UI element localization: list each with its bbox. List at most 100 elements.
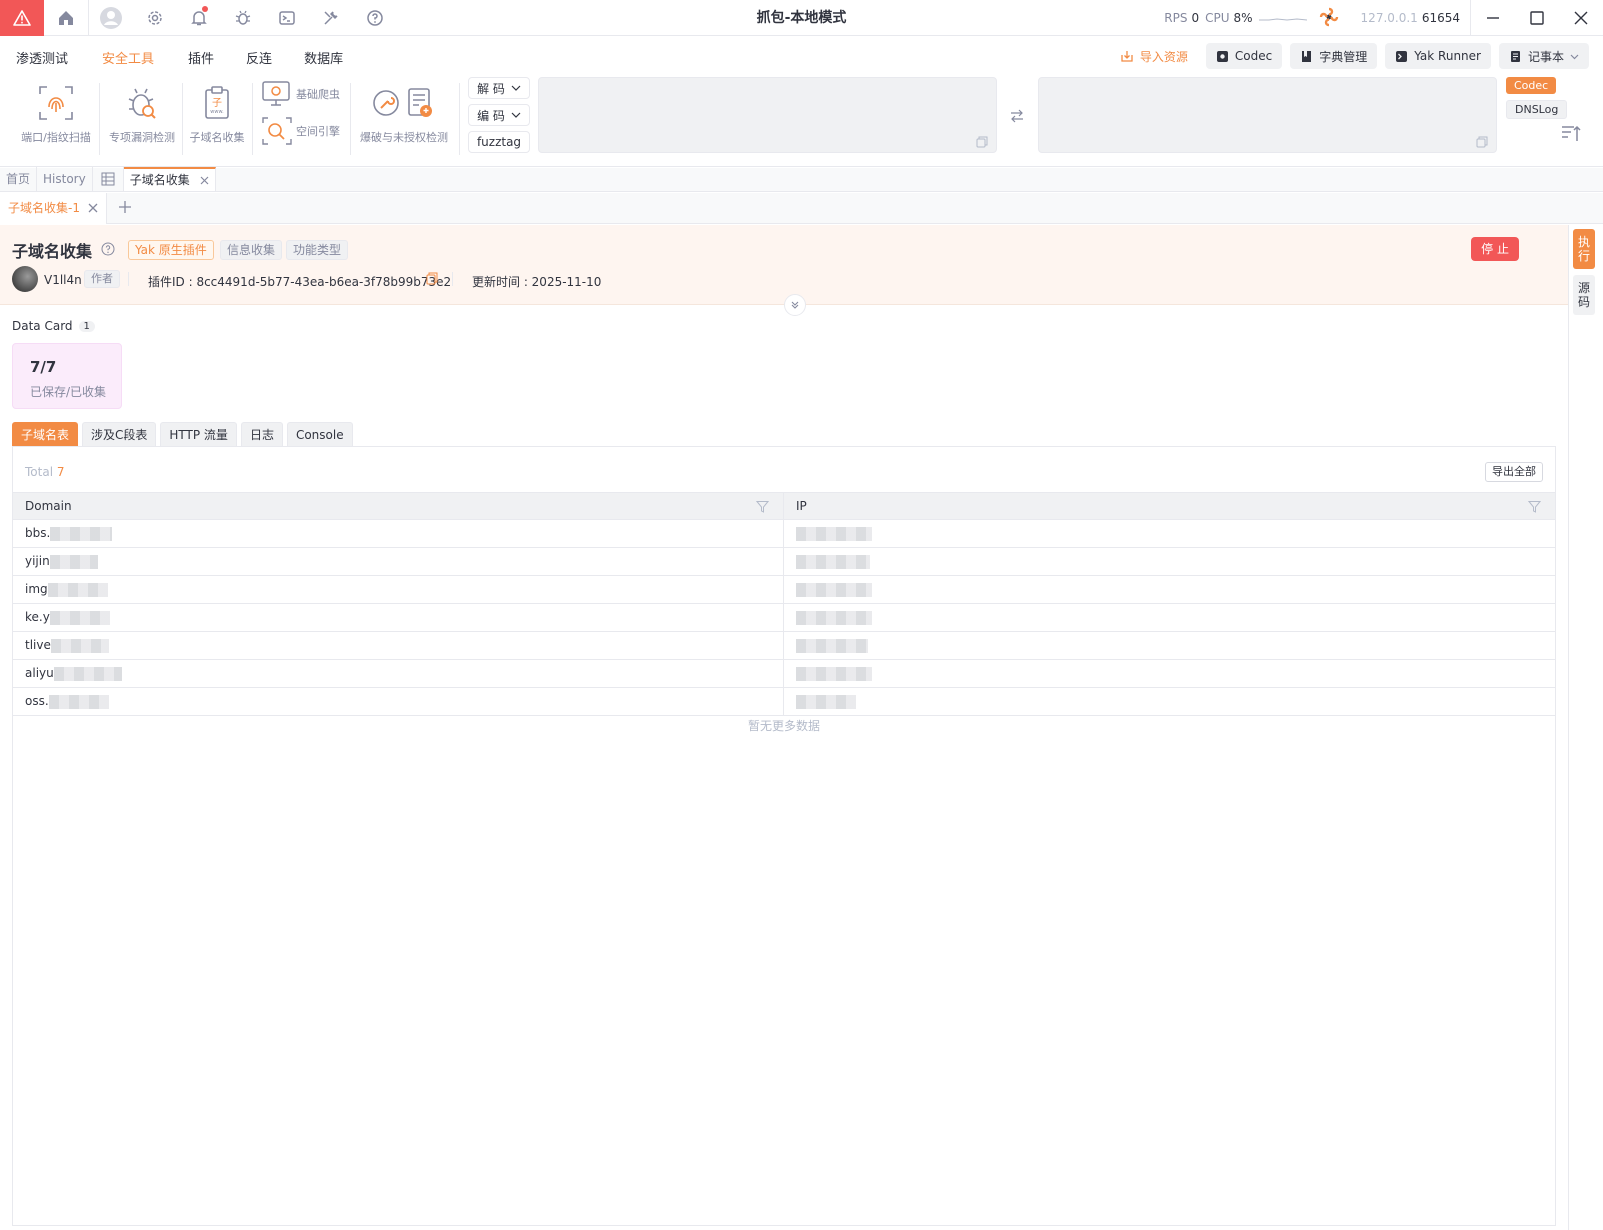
collapse-icon[interactable] (784, 294, 806, 316)
close-icon[interactable] (88, 203, 98, 213)
close-icon[interactable] (200, 176, 209, 185)
redacted (47, 582, 108, 597)
copy-icon[interactable] (976, 136, 988, 148)
domain-text: ke.y (25, 610, 50, 624)
tab-home[interactable]: 首页 (0, 167, 38, 191)
tool-vuln-detect[interactable]: 专项漏洞检测 (104, 83, 180, 145)
tab-console[interactable]: Console (286, 422, 353, 446)
tab-c-segment[interactable]: 涉及C段表 (82, 422, 157, 446)
swap-icon[interactable] (1009, 108, 1025, 127)
import-icon (1121, 51, 1133, 62)
table-icon (101, 172, 115, 186)
cpu-label: CPU (1205, 11, 1230, 25)
yak-runner-button[interactable]: Yak Runner (1385, 43, 1491, 69)
decode-select[interactable]: 解 码 (468, 77, 530, 99)
alert-icon[interactable] (0, 0, 44, 36)
menu-database[interactable]: 数据库 (288, 48, 359, 67)
filter-icon[interactable] (1528, 500, 1541, 513)
domain-text: oss. (25, 694, 49, 708)
domain-cell: img (13, 576, 784, 603)
fingerprint-icon (36, 83, 76, 123)
side-dnslog-button[interactable]: DNSLog (1506, 100, 1568, 119)
table-row[interactable]: oss. (13, 688, 1555, 716)
tool-subdomain[interactable]: 子 www. 子域名收集 (186, 83, 248, 145)
subtab-subdomain-1[interactable]: 子域名收集-1 (0, 192, 106, 224)
terminal-icon[interactable] (265, 0, 309, 36)
menu-plugins[interactable]: 插件 (172, 48, 230, 67)
table-row[interactable]: tlive (13, 632, 1555, 660)
data-card-title: Data Card (12, 319, 73, 333)
codec-button[interactable]: Codec (1205, 43, 1283, 69)
tag-yak-native: Yak 原生插件 (128, 240, 214, 260)
data-card-value: 7/7 (30, 358, 57, 376)
copy-icon[interactable] (426, 272, 438, 288)
tab-history[interactable]: History (37, 167, 93, 191)
tag-function-type: 功能类型 (286, 240, 349, 260)
data-card: 7/7 已保存/已收集 (12, 343, 122, 409)
cpu-value: 8% (1233, 11, 1253, 25)
menu-reverse[interactable]: 反连 (230, 48, 288, 67)
tool-subdomain-label: 子域名收集 (189, 131, 245, 144)
domain-text: aliyu (25, 666, 54, 680)
gear-icon[interactable] (133, 0, 177, 36)
author-name: V1ll4n (44, 273, 82, 287)
close-icon[interactable] (1559, 0, 1603, 36)
dict-manage-button[interactable]: 字典管理 (1290, 43, 1378, 69)
bell-icon[interactable] (177, 0, 221, 36)
domain-text: img (25, 582, 48, 596)
domain-cell: bbs. (13, 520, 784, 547)
tab-subdomain-table[interactable]: 子域名表 (12, 422, 79, 446)
table-row[interactable]: yijin (13, 548, 1555, 576)
export-all-button[interactable]: 导出全部 (1485, 462, 1543, 482)
maximize-icon[interactable] (1515, 0, 1559, 36)
notebook-button[interactable]: 记事本 (1498, 43, 1589, 69)
copy-icon[interactable] (1476, 136, 1488, 148)
side-codec-button[interactable]: Codec (1506, 77, 1557, 94)
codec-label: Codec (1234, 49, 1273, 63)
fuzztag-button[interactable]: fuzztag (468, 131, 530, 153)
help-icon[interactable] (353, 0, 397, 36)
help-icon[interactable] (101, 242, 115, 259)
import-resource-button[interactable]: 导入资源 (1110, 43, 1198, 69)
domain-text: yijin (25, 554, 50, 568)
separator (452, 272, 453, 286)
tool-space-engine[interactable]: 空间引擎 (262, 117, 340, 145)
bug-icon[interactable] (221, 0, 265, 36)
redacted (796, 694, 856, 709)
table-row[interactable]: img (13, 576, 1555, 604)
add-tab-icon[interactable] (107, 200, 143, 216)
ip-cell (784, 520, 1555, 547)
stop-button[interactable]: 停 止 (1471, 237, 1519, 261)
menu-security-tools[interactable]: 安全工具 (84, 48, 172, 67)
tab-http-flow[interactable]: HTTP 流量 (160, 422, 237, 446)
tool-crawler[interactable]: 基础爬虫 (262, 81, 340, 107)
tool-brute[interactable]: 爆破与未授权检测 (356, 83, 452, 145)
data-card-header: Data Card 1 (12, 319, 95, 333)
codec-output-area[interactable] (1038, 77, 1497, 153)
redacted (50, 638, 109, 653)
tools-icon[interactable] (309, 0, 353, 36)
tab-log[interactable]: 日志 (240, 422, 283, 446)
menu-pentest[interactable]: 渗透测试 (0, 48, 84, 67)
minimize-icon[interactable] (1471, 0, 1515, 36)
table-row[interactable]: bbs. (13, 520, 1555, 548)
encode-select[interactable]: 编 码 (468, 104, 530, 126)
ip-cell (784, 632, 1555, 659)
tab-table-icon[interactable] (93, 167, 124, 191)
home-icon[interactable] (44, 0, 88, 36)
table-row[interactable]: ke.y (13, 604, 1555, 632)
redacted (50, 526, 113, 541)
ip-cell (784, 660, 1555, 687)
filter-icon[interactable] (756, 500, 769, 513)
tab-subdomain[interactable]: 子域名收集 (123, 167, 216, 191)
sort-icon[interactable] (1561, 125, 1581, 146)
source-tab[interactable]: 源码 (1573, 275, 1595, 315)
domain-text: tlive (25, 638, 51, 652)
engine-icon[interactable] (1319, 7, 1339, 30)
execute-tab[interactable]: 执行 (1573, 229, 1595, 269)
table-row[interactable]: aliyu (13, 660, 1555, 688)
result-tabs: 子域名表 涉及C段表 HTTP 流量 日志 Console (12, 422, 353, 446)
codec-input-area[interactable] (538, 77, 997, 153)
avatar-icon[interactable] (89, 0, 133, 36)
tool-port-scan[interactable]: 端口/指纹扫描 (14, 83, 98, 145)
